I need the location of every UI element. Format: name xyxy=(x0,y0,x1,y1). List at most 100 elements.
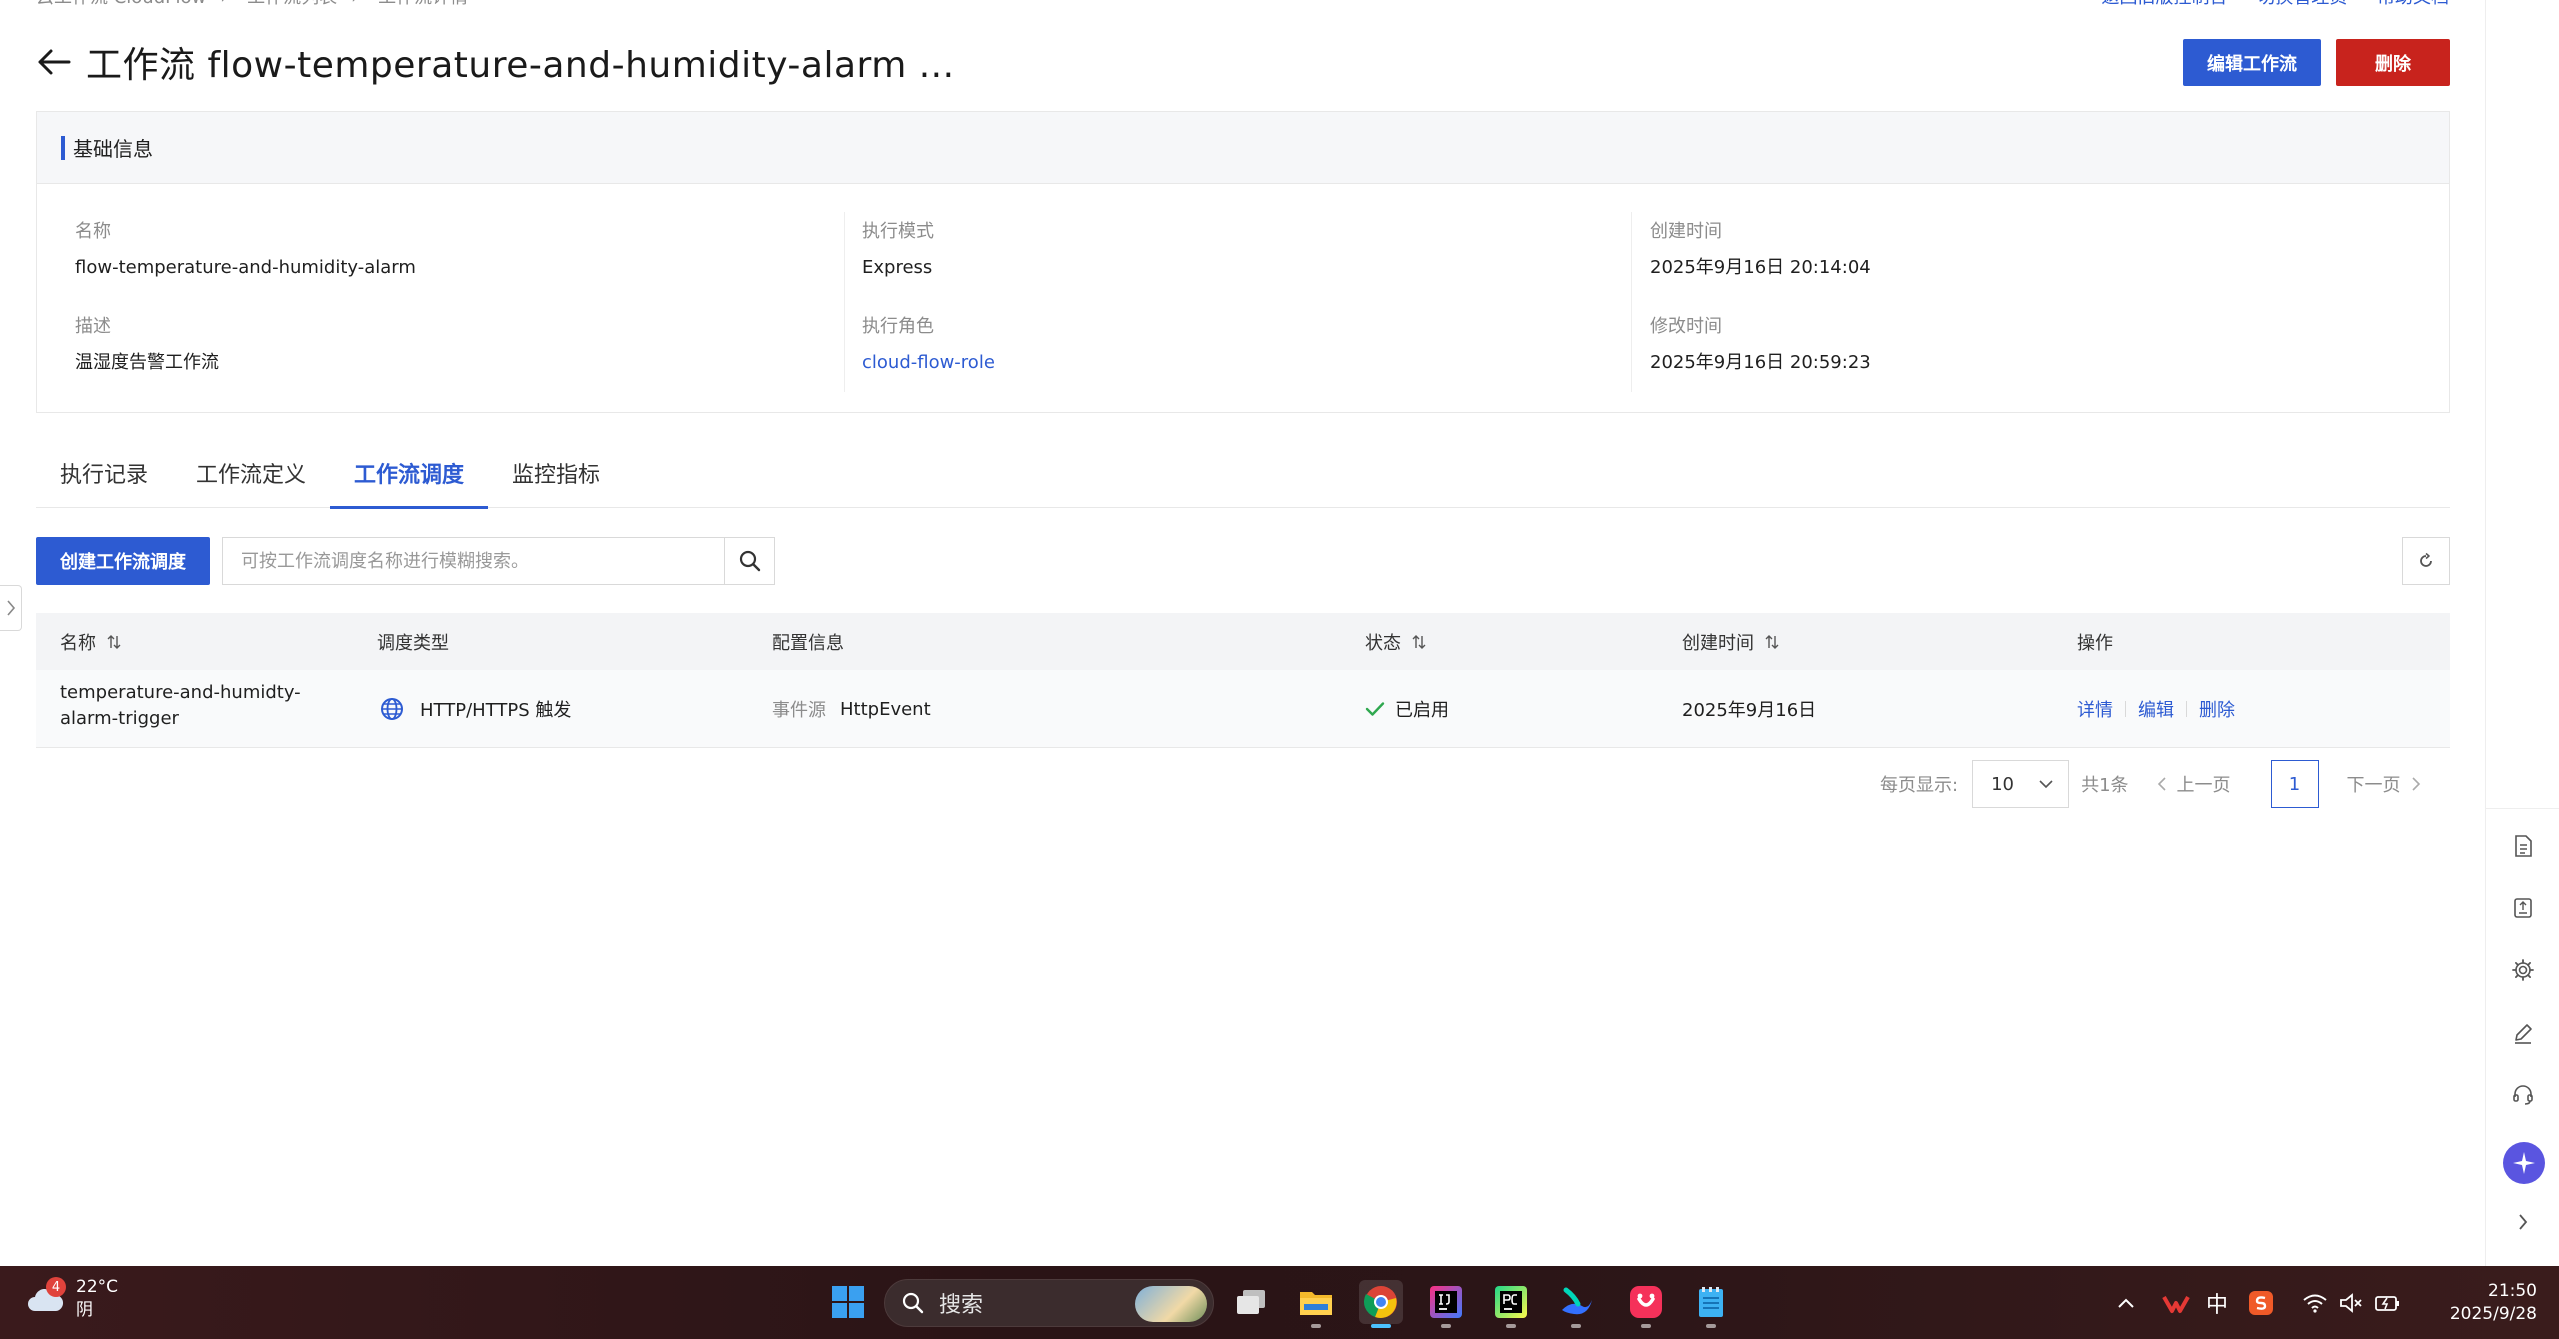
row-actions: 详情 编辑 删除 xyxy=(2077,670,2235,748)
modified-time-value: 2025年9月16日 20:59:23 xyxy=(1650,352,1871,373)
created-time-field: 创建时间 2025年9月16日 20:14:04 xyxy=(1650,220,1871,280)
search-icon xyxy=(902,1292,924,1314)
security-app-tray-icon[interactable] xyxy=(2162,1291,2190,1315)
back-arrow-icon[interactable] xyxy=(36,44,72,80)
feishu-icon[interactable] xyxy=(1554,1280,1598,1328)
sogou-ime-tray-icon[interactable] xyxy=(2248,1290,2274,1316)
clock-time: 21:50 xyxy=(2488,1281,2537,1301)
top-links: 返回旧版控制台 切换管理员 帮助文档 xyxy=(2078,0,2449,8)
document-icon[interactable] xyxy=(2508,831,2538,861)
description-value: 温湿度告警工作流 xyxy=(75,352,219,373)
tab-workflow-schedule[interactable]: 工作流调度 xyxy=(330,452,489,509)
schedule-type: HTTP/HTTPS 触发 xyxy=(380,670,571,748)
table-header: 名称 调度类型 配置信息 状态 创建时间 操作 xyxy=(36,613,2450,670)
delete-link[interactable]: 删除 xyxy=(2199,696,2235,722)
delete-workflow-button[interactable]: 删除 xyxy=(2336,39,2450,86)
notification-badge: 4 xyxy=(46,1277,66,1297)
ime-indicator[interactable]: 中 xyxy=(2206,1287,2228,1319)
taskbar-search[interactable]: 搜索 xyxy=(884,1279,1214,1327)
column-header-status[interactable]: 状态 xyxy=(1365,629,1427,655)
basic-info-header: 基础信息 xyxy=(37,112,2449,184)
tab-execution-records[interactable]: 执行记录 xyxy=(36,452,172,508)
battery-charging-icon[interactable] xyxy=(2374,1292,2402,1314)
weather-widget[interactable]: 4 22°C 阴 xyxy=(26,1276,118,1322)
breadcrumb-item[interactable]: 工作流列表 xyxy=(247,0,337,8)
notepad-icon[interactable] xyxy=(1689,1280,1733,1328)
file-explorer-icon[interactable] xyxy=(1294,1280,1338,1328)
chrome-browser-icon[interactable] xyxy=(1359,1280,1403,1328)
task-view-icon[interactable] xyxy=(1229,1280,1273,1324)
windows-start-icon[interactable] xyxy=(826,1280,870,1324)
headset-support-icon[interactable] xyxy=(2508,1080,2538,1110)
page-size-select[interactable]: 10 xyxy=(1972,760,2070,808)
top-link[interactable]: 帮助文档 xyxy=(2377,0,2449,8)
ai-assistant-icon[interactable] xyxy=(2503,1142,2545,1184)
top-link[interactable]: 切换管理员 xyxy=(2257,0,2347,8)
column-header-actions: 操作 xyxy=(2077,632,2113,654)
chevron-up-icon[interactable] xyxy=(2116,1296,2136,1310)
os-taskbar: 4 22°C 阴 搜索 中 21:50 2025/9/28 xyxy=(0,1266,2559,1339)
status-badge: 已启用 xyxy=(1365,670,1449,748)
console-main: 云工作流 CloudFlow› 工作流列表› 工作流详情 返回旧版控制台 切换管… xyxy=(0,0,2485,1266)
sidebar-expand-handle[interactable] xyxy=(0,585,22,631)
breadcrumb-item[interactable]: 云工作流 CloudFlow xyxy=(36,0,206,8)
edit-link[interactable]: 编辑 xyxy=(2138,696,2174,722)
edit-workflow-button[interactable]: 编辑工作流 xyxy=(2183,39,2321,86)
gear-icon[interactable] xyxy=(2508,955,2538,985)
app-red-icon[interactable] xyxy=(1624,1280,1668,1328)
execution-role-link[interactable]: cloud-flow-role xyxy=(862,351,995,375)
schedule-name: temperature-and-humidty-alarm-trigger xyxy=(60,682,301,729)
create-schedule-button[interactable]: 创建工作流调度 xyxy=(36,537,210,585)
sort-icon xyxy=(1412,634,1426,649)
column-header-created[interactable]: 创建时间 xyxy=(1682,629,1780,655)
tab-monitoring-metrics[interactable]: 监控指标 xyxy=(488,452,624,508)
refresh-icon[interactable] xyxy=(2402,537,2450,585)
schedule-search-input[interactable] xyxy=(223,538,724,584)
modified-time-label: 修改时间 xyxy=(1650,316,1722,337)
edit-pen-icon[interactable] xyxy=(2508,1018,2538,1048)
schedule-search xyxy=(222,537,775,585)
column-header-config: 配置信息 xyxy=(772,632,844,654)
intellij-idea-icon[interactable] xyxy=(1424,1280,1468,1328)
chevron-right-icon xyxy=(6,600,15,616)
column-header-name[interactable]: 名称 xyxy=(60,629,122,655)
sort-icon xyxy=(1765,634,1779,649)
schedule-created: 2025年9月16日 xyxy=(1682,700,1817,721)
wifi-icon[interactable] xyxy=(2302,1293,2328,1313)
system-clock[interactable]: 21:50 2025/9/28 xyxy=(2450,1280,2537,1326)
chevron-down-icon xyxy=(2039,780,2053,789)
description-label: 描述 xyxy=(75,316,111,337)
next-page-button[interactable]: 下一页 xyxy=(2347,771,2421,797)
globe-icon xyxy=(381,698,403,720)
taskbar-search-label: 搜索 xyxy=(939,1293,984,1318)
search-icon[interactable] xyxy=(724,538,774,584)
execution-role-label: 执行角色 xyxy=(862,316,934,337)
execution-mode-label: 执行模式 xyxy=(862,221,934,242)
basic-info-title: 基础信息 xyxy=(73,137,153,161)
created-time-label: 创建时间 xyxy=(1650,221,1722,242)
execution-role-field: 执行角色 cloud-flow-role xyxy=(862,315,995,375)
volume-muted-icon[interactable] xyxy=(2338,1292,2364,1314)
page-header: 工作流 flow-temperature-and-humidity-alarm … xyxy=(36,36,955,88)
section-accent-bar xyxy=(61,135,65,160)
divider xyxy=(2125,701,2126,717)
page-number-button[interactable]: 1 xyxy=(2270,760,2319,808)
config-value: HttpEvent xyxy=(840,698,931,720)
system-tray: 中 xyxy=(2116,1266,2402,1339)
chevron-right-icon[interactable] xyxy=(2508,1207,2538,1237)
check-icon xyxy=(1365,702,1385,716)
execution-mode-field: 执行模式 Express xyxy=(862,220,934,280)
detail-link[interactable]: 详情 xyxy=(2077,696,2113,722)
tab-workflow-definition[interactable]: 工作流定义 xyxy=(172,452,330,508)
api-icon[interactable] xyxy=(2508,893,2538,923)
divider xyxy=(2186,701,2187,717)
chevron-left-icon xyxy=(2157,777,2166,791)
rail-divider xyxy=(2486,808,2559,809)
sort-icon xyxy=(107,634,121,649)
prev-page-button[interactable]: 上一页 xyxy=(2157,771,2231,797)
schedule-table: 名称 调度类型 配置信息 状态 创建时间 操作 temperature-and-… xyxy=(36,613,2450,748)
name-value: flow-temperature-and-humidity-alarm xyxy=(75,257,416,278)
page-size-label: 每页显示: xyxy=(1880,775,1959,796)
top-link[interactable]: 返回旧版控制台 xyxy=(2102,0,2228,8)
pycharm-icon[interactable] xyxy=(1489,1280,1533,1328)
